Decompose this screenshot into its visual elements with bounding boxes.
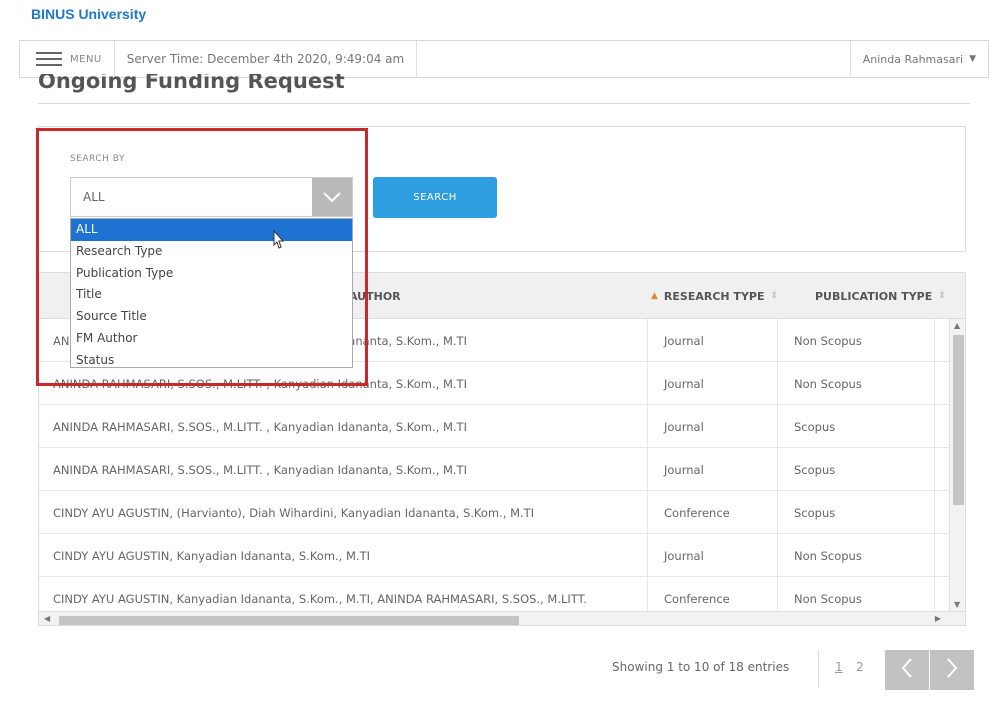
scroll-down-icon[interactable]: ▼: [954, 600, 960, 609]
cell-publication-type: Non Scopus: [777, 362, 927, 405]
search-by-dropdown-list: ALL Research Type Publication Type Title…: [70, 218, 353, 368]
user-name: Aninda Rahmasari: [862, 52, 964, 66]
chevron-left-icon: [900, 657, 914, 683]
cell-extra: [934, 534, 949, 577]
scroll-right-icon[interactable]: ▶: [935, 614, 941, 623]
pager-divider: [818, 650, 819, 688]
hamburger-icon: [36, 52, 62, 66]
dropdown-option-title[interactable]: Title: [71, 284, 352, 306]
select-value: ALL: [83, 190, 105, 204]
cell-research-type: Journal: [647, 319, 770, 362]
prev-page-button[interactable]: [885, 650, 929, 690]
cell-extra: [934, 448, 949, 491]
column-header-author[interactable]: AUTHOR: [349, 273, 401, 319]
cell-publication-type: Scopus: [777, 491, 927, 534]
dropdown-option-status[interactable]: Status: [71, 350, 352, 372]
search-button[interactable]: SEARCH: [373, 177, 497, 218]
search-by-select[interactable]: ALL: [70, 177, 353, 217]
cell-author: ANINDA RAHMASARI, S.SOS., M.LITT. , Kany…: [53, 462, 467, 477]
cell-research-type: Journal: [647, 448, 770, 491]
cell-extra: [934, 362, 949, 405]
page-title: Ongoing Funding Request: [38, 74, 345, 93]
cell-extra: [934, 405, 949, 448]
user-menu[interactable]: Aninda Rahmasari ▼: [849, 41, 988, 77]
next-page-button[interactable]: [930, 650, 974, 690]
dropdown-option-publication-type[interactable]: Publication Type: [71, 263, 352, 285]
chevron-right-icon: [945, 657, 959, 683]
cell-extra: [934, 319, 949, 362]
dropdown-option-all[interactable]: ALL: [71, 219, 352, 241]
table-row[interactable]: ANINDA RAHMASARI, S.SOS., M.LITT. , Kany…: [39, 405, 949, 448]
cell-author: ANINDA RAHMASARI, S.SOS., M.LITT. , Kany…: [53, 419, 467, 434]
cell-publication-type: Non Scopus: [777, 319, 927, 362]
page-link-1[interactable]: 1: [835, 660, 843, 674]
sort-icon: ⇕: [938, 291, 946, 301]
chevron-down-icon[interactable]: [312, 178, 352, 216]
horizontal-scroll-thumb[interactable]: [59, 616, 519, 625]
mouse-pointer-icon: [270, 229, 286, 256]
table-row[interactable]: ANINDA RAHMASARI, S.SOS., M.LITT. , Kany…: [39, 448, 949, 491]
column-label-author: AUTHOR: [349, 289, 401, 303]
menu-label: MENU: [70, 53, 102, 65]
scroll-left-icon[interactable]: ◀: [44, 614, 50, 623]
search-by-label: SEARCH BY: [70, 154, 125, 164]
cell-publication-type: Scopus: [777, 405, 927, 448]
top-bar: MENU Server Time: December 4th 2020, 9:4…: [19, 40, 989, 78]
sort-icon: ⇕: [770, 291, 779, 301]
vertical-scrollbar[interactable]: ▲ ▼: [949, 319, 965, 611]
cell-research-type: Conference: [647, 491, 770, 534]
table-row[interactable]: CINDY AYU AGUSTIN, (Harvianto), Diah Wih…: [39, 491, 949, 534]
cell-extra: [934, 491, 949, 534]
column-label-research-type: RESEARCH TYPE: [663, 289, 765, 303]
table-row[interactable]: CINDY AYU AGUSTIN, Kanyadian Idananta, S…: [39, 534, 949, 577]
cell-research-type: Journal: [647, 362, 770, 405]
cell-publication-type: Non Scopus: [777, 534, 927, 577]
sort-active-icon: ▲: [651, 291, 658, 301]
column-header-publication-type[interactable]: PUBLICATION TYPE ⇕: [815, 273, 946, 319]
cell-author: CINDY AYU AGUSTIN, Kanyadian Idananta, S…: [53, 548, 370, 563]
server-time: Server Time: December 4th 2020, 9:49:04 …: [115, 41, 418, 77]
cell-publication-type: Scopus: [777, 448, 927, 491]
title-divider: [38, 103, 970, 104]
column-header-research-type[interactable]: ▲ RESEARCH TYPE ⇕: [651, 273, 778, 319]
cell-research-type: Journal: [647, 405, 770, 448]
dropdown-option-source-title[interactable]: Source Title: [71, 306, 352, 328]
entries-info: Showing 1 to 10 of 18 entries: [612, 660, 790, 674]
cell-author: CINDY AYU AGUSTIN, (Harvianto), Diah Wih…: [53, 505, 535, 520]
brand-logo-text: BINUS University: [31, 6, 147, 22]
menu-button[interactable]: MENU: [20, 41, 115, 77]
horizontal-scrollbar[interactable]: ◀ ▶: [39, 611, 965, 625]
caret-down-icon: ▼: [969, 54, 976, 64]
vertical-scroll-thumb[interactable]: [953, 335, 964, 505]
dropdown-option-fm-author[interactable]: FM Author: [71, 328, 352, 350]
page-link-2[interactable]: 2: [856, 660, 864, 674]
column-label-publication-type: PUBLICATION TYPE: [815, 289, 933, 303]
dropdown-option-research-type[interactable]: Research Type: [71, 241, 352, 263]
scroll-up-icon[interactable]: ▲: [954, 321, 960, 330]
cell-research-type: Journal: [647, 534, 770, 577]
